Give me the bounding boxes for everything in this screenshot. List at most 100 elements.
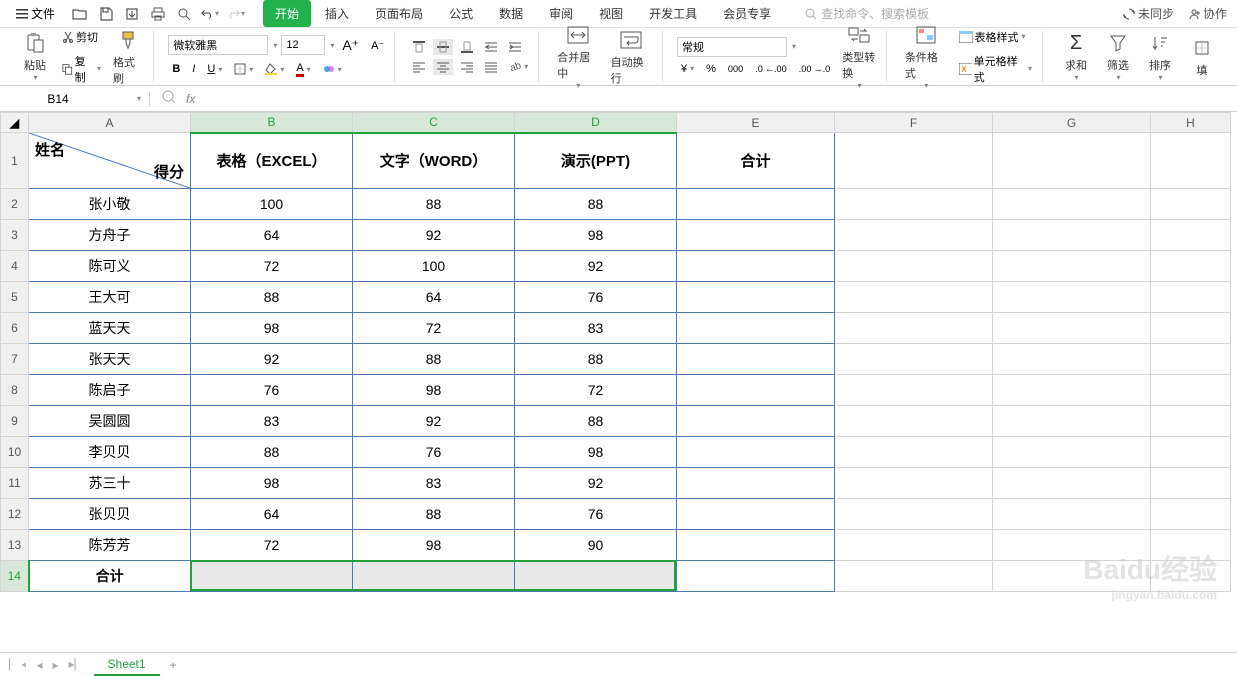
collab-button[interactable]: 协作	[1188, 5, 1227, 22]
cell-C6[interactable]: 72	[353, 313, 515, 344]
cell-A7[interactable]: 张天天	[29, 344, 191, 375]
row-header-6[interactable]: 6	[1, 313, 29, 344]
cell-G11[interactable]	[993, 468, 1151, 499]
row-header-3[interactable]: 3	[1, 220, 29, 251]
decrease-decimal-icon[interactable]: .00→.0	[795, 62, 835, 76]
cell-H1[interactable]	[1151, 133, 1231, 189]
cell-A6[interactable]: 蓝天天	[29, 313, 191, 344]
formula-input[interactable]	[205, 91, 1225, 106]
cell-C5[interactable]: 64	[353, 282, 515, 313]
orientation-icon[interactable]: ab▾	[505, 59, 532, 75]
font-size-select[interactable]	[281, 35, 325, 55]
sheet-first-icon[interactable]: ⎸◂	[6, 657, 29, 672]
cell-C9[interactable]: 92	[353, 406, 515, 437]
cell-F3[interactable]	[835, 220, 993, 251]
tab-dev[interactable]: 开发工具	[637, 0, 709, 27]
cell-E10[interactable]	[677, 437, 835, 468]
border-icon[interactable]: ▾	[230, 61, 257, 77]
row-header-9[interactable]: 9	[1, 406, 29, 437]
cell-C14[interactable]	[353, 561, 515, 592]
col-header-G[interactable]: G	[993, 113, 1151, 133]
paste-button[interactable]: 粘贴▾	[16, 29, 54, 84]
format-painter-button[interactable]: 格式刷	[109, 26, 147, 88]
cell-G12[interactable]	[993, 499, 1151, 530]
tab-formula[interactable]: 公式	[437, 0, 485, 27]
add-sheet-icon[interactable]: +	[164, 658, 183, 672]
cell-F4[interactable]	[835, 251, 993, 282]
cell-F7[interactable]	[835, 344, 993, 375]
cell-G7[interactable]	[993, 344, 1151, 375]
expand-icon[interactable]	[162, 90, 176, 107]
cell-G5[interactable]	[993, 282, 1151, 313]
cell-E4[interactable]	[677, 251, 835, 282]
cell-C2[interactable]: 88	[353, 189, 515, 220]
cell-A3[interactable]: 方舟子	[29, 220, 191, 251]
fill-button[interactable]: 填	[1183, 34, 1221, 80]
col-header-D[interactable]: D	[515, 113, 677, 133]
align-center-icon[interactable]	[433, 59, 453, 75]
cell-D14[interactable]	[515, 561, 677, 592]
col-header-C[interactable]: C	[353, 113, 515, 133]
cell-E6[interactable]	[677, 313, 835, 344]
cell-H5[interactable]	[1151, 282, 1231, 313]
cell-A10[interactable]: 李贝贝	[29, 437, 191, 468]
align-middle-icon[interactable]	[433, 39, 453, 55]
cell-D6[interactable]: 83	[515, 313, 677, 344]
cell-D11[interactable]: 92	[515, 468, 677, 499]
number-format-select[interactable]	[677, 37, 787, 57]
cell-C12[interactable]: 88	[353, 499, 515, 530]
cell-E3[interactable]	[677, 220, 835, 251]
row-header-1[interactable]: 1	[1, 133, 29, 189]
cell-A12[interactable]: 张贝贝	[29, 499, 191, 530]
sheet-last-icon[interactable]: ▸⎸	[66, 657, 90, 672]
cell-E11[interactable]	[677, 468, 835, 499]
sheet-tab[interactable]: Sheet1	[94, 654, 160, 676]
row-header-5[interactable]: 5	[1, 282, 29, 313]
file-menu[interactable]: 文件	[10, 2, 61, 25]
fx-icon[interactable]: fx	[186, 92, 195, 106]
cell-H6[interactable]	[1151, 313, 1231, 344]
row-header-13[interactable]: 13	[1, 530, 29, 561]
row-header-14[interactable]: 14	[1, 561, 29, 592]
cell-G3[interactable]	[993, 220, 1151, 251]
cell-A11[interactable]: 苏三十	[29, 468, 191, 499]
cell-B2[interactable]: 100	[191, 189, 353, 220]
sheet-next-icon[interactable]: ▸	[49, 658, 61, 672]
select-all-corner[interactable]: ◢	[1, 113, 29, 133]
sheet-prev-icon[interactable]: ◂	[33, 658, 45, 672]
cell-B3[interactable]: 64	[191, 220, 353, 251]
sum-button[interactable]: Σ求和▾	[1057, 29, 1095, 84]
fill-color-icon[interactable]: ▾	[261, 61, 288, 77]
cell-C1[interactable]: 文字（WORD）	[353, 133, 515, 189]
cell-E13[interactable]	[677, 530, 835, 561]
cell-H10[interactable]	[1151, 437, 1231, 468]
cell-G13[interactable]	[993, 530, 1151, 561]
cell-G8[interactable]	[993, 375, 1151, 406]
cell-B10[interactable]: 88	[191, 437, 353, 468]
cell-F6[interactable]	[835, 313, 993, 344]
cell-F2[interactable]	[835, 189, 993, 220]
cell-A1[interactable]: 姓名得分	[29, 133, 191, 189]
save-icon[interactable]	[97, 5, 115, 23]
cell-A9[interactable]: 吴圆圆	[29, 406, 191, 437]
cell-D2[interactable]: 88	[515, 189, 677, 220]
cell-F1[interactable]	[835, 133, 993, 189]
currency-icon[interactable]: ¥▾	[677, 61, 698, 77]
comma-icon[interactable]: 000	[724, 62, 747, 76]
cell-F13[interactable]	[835, 530, 993, 561]
cell-H8[interactable]	[1151, 375, 1231, 406]
tab-insert[interactable]: 插入	[313, 0, 361, 27]
increase-font-icon[interactable]: A⁺	[338, 35, 363, 56]
cell-F11[interactable]	[835, 468, 993, 499]
justify-icon[interactable]	[481, 59, 501, 75]
redo-icon[interactable]: ▾	[227, 5, 245, 23]
align-right-icon[interactable]	[457, 59, 477, 75]
row-header-8[interactable]: 8	[1, 375, 29, 406]
cell-E12[interactable]	[677, 499, 835, 530]
cell-A4[interactable]: 陈可义	[29, 251, 191, 282]
cell-E8[interactable]	[677, 375, 835, 406]
align-top-icon[interactable]	[409, 39, 429, 55]
cell-E5[interactable]	[677, 282, 835, 313]
cell-H9[interactable]	[1151, 406, 1231, 437]
cell-H7[interactable]	[1151, 344, 1231, 375]
